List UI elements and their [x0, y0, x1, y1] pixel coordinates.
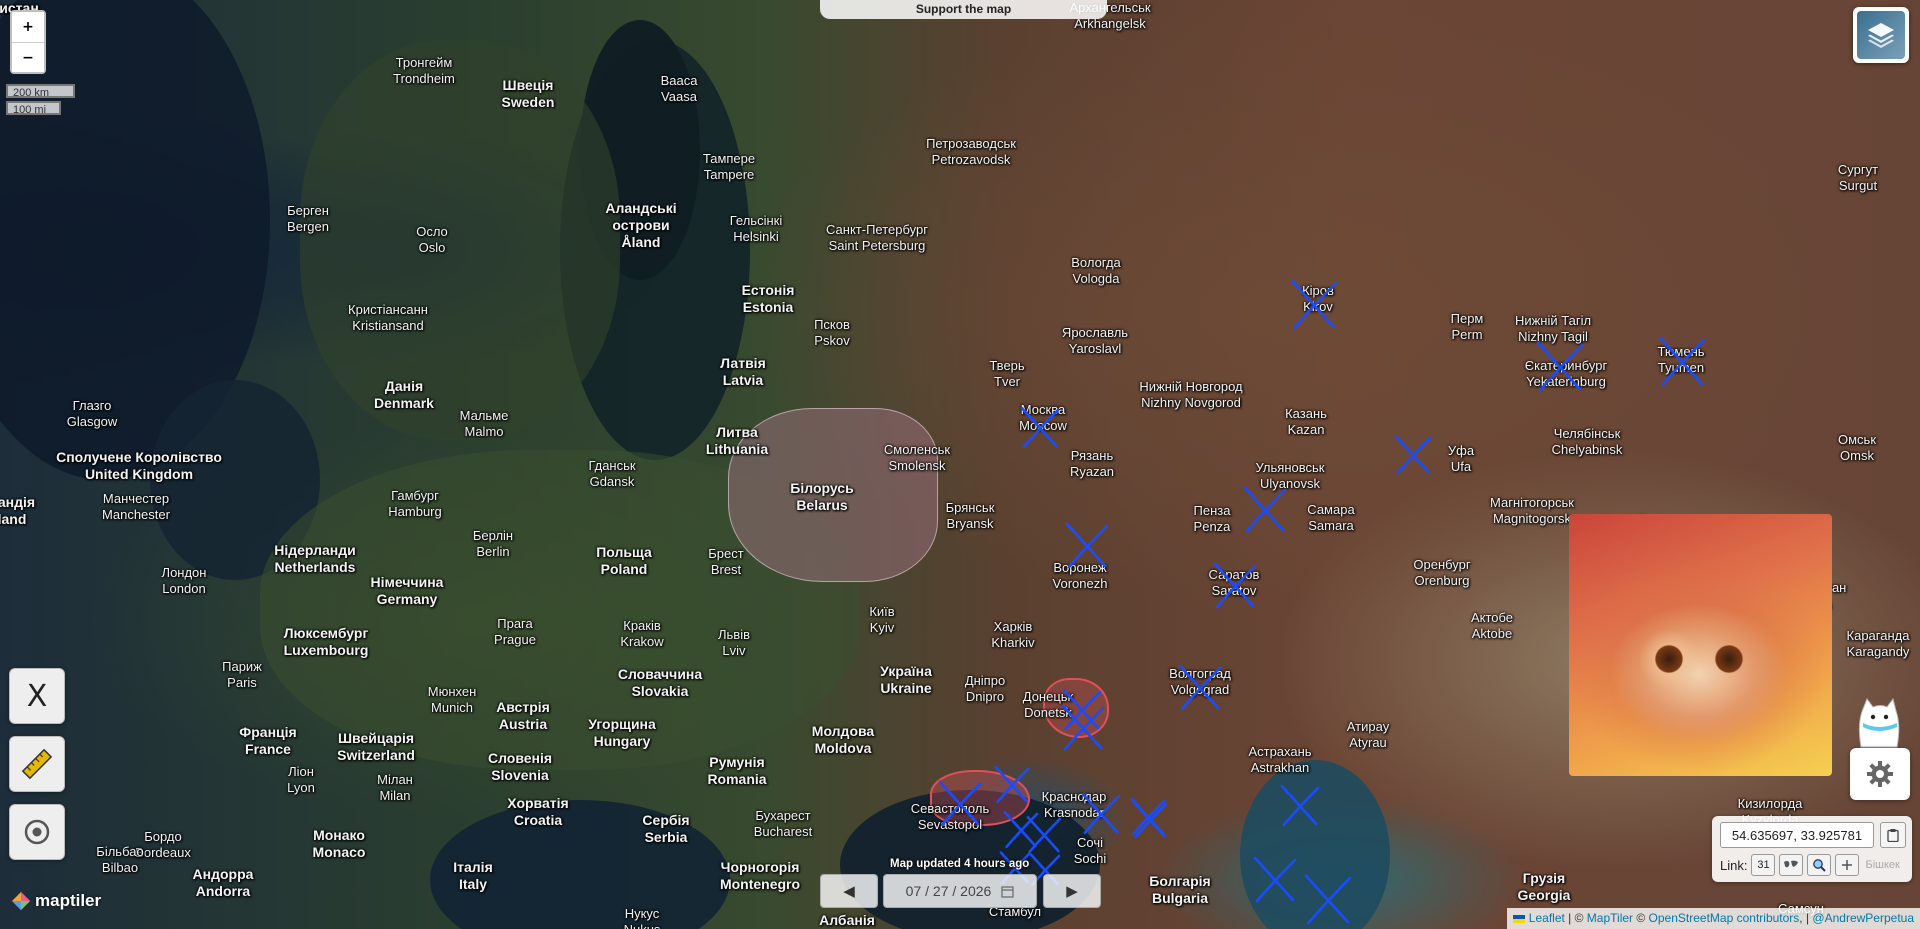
- map-link-button[interactable]: [1779, 854, 1804, 876]
- layers-button[interactable]: [1853, 7, 1909, 63]
- strike-x-mark: [1658, 336, 1706, 387]
- strike-x-mark: [994, 766, 1030, 804]
- cat-mascot-icon: [1858, 697, 1900, 748]
- ukraine-flag-icon: [1513, 914, 1526, 923]
- locate-button[interactable]: [9, 804, 65, 860]
- strike-x-mark: [1304, 874, 1352, 925]
- strike-x-mark: [1020, 406, 1060, 449]
- strike-x-mark: [1003, 811, 1039, 849]
- clipboard-icon: [1887, 829, 1899, 842]
- next-date-button[interactable]: ▶: [1043, 874, 1101, 908]
- strike-x-mark: [1290, 279, 1338, 330]
- osm-link[interactable]: OpenStreetMap contributors: [1649, 911, 1800, 925]
- coordinates-panel: Link: 31 Бішкек: [1712, 816, 1912, 882]
- date-value: 07 / 27 / 2026: [905, 883, 992, 899]
- strike-x-mark: [1394, 435, 1432, 475]
- coordinates-input[interactable]: [1720, 822, 1874, 848]
- magnifier-icon: [1813, 859, 1827, 872]
- next-arrow-icon: ▶: [1066, 882, 1078, 900]
- leaflet-link[interactable]: Leaflet: [1529, 911, 1565, 925]
- attribution-sep-1: | ©: [1564, 911, 1587, 925]
- zoom-in-button[interactable]: +: [12, 12, 44, 42]
- map-attribution: Leaflet | © MapTiler © OpenStreetMap con…: [1507, 908, 1920, 929]
- strike-x-mark: [938, 780, 982, 827]
- zoom-out-button[interactable]: −: [12, 42, 44, 72]
- strike-x-mark: [1213, 562, 1257, 609]
- strike-x-mark: [1026, 816, 1062, 854]
- strike-x-mark: [1536, 341, 1584, 392]
- prev-arrow-icon: ◀: [843, 882, 855, 900]
- scale-imperial: 100 mi: [6, 101, 61, 116]
- ruler-icon: [21, 748, 53, 780]
- strike-x-mark: [1243, 486, 1287, 533]
- attribution-sep-2: ©: [1633, 911, 1649, 925]
- settings-button[interactable]: [1850, 748, 1910, 800]
- scale-metric: 200 km: [6, 84, 75, 99]
- strike-x-mark: [1081, 792, 1121, 835]
- calendar-icon: [1001, 885, 1014, 898]
- strike-x-mark: [1280, 784, 1320, 827]
- maptiler-link[interactable]: MapTiler: [1587, 911, 1633, 925]
- layers-icon: [1857, 11, 1905, 59]
- link-label: Link:: [1720, 857, 1748, 873]
- link-row: Link: 31 Бішкек: [1720, 854, 1900, 876]
- support-map-banner[interactable]: Support the map: [820, 0, 1107, 19]
- faded-map-label: Бішкек: [1865, 859, 1900, 871]
- map-canvas[interactable]: Архангельськ Arkhangelsk Тронгейм Trondheim…: [0, 0, 1920, 929]
- draw-x-tool-button[interactable]: X: [9, 668, 65, 724]
- measure-tool-button[interactable]: [9, 736, 65, 792]
- prev-date-button[interactable]: ◀: [820, 874, 878, 908]
- gear-icon: [1867, 761, 1893, 787]
- map-updated-text: Map updated 4 hours ago: [890, 858, 1030, 870]
- strike-x-mark: [1132, 801, 1168, 839]
- world-map-icon: [1784, 860, 1799, 868]
- strike-x-mark: [1253, 856, 1297, 903]
- zoom-control: + −: [10, 10, 46, 74]
- calendar-link-button[interactable]: 31: [1751, 854, 1776, 876]
- maptiler-logo[interactable]: maptiler: [10, 890, 101, 912]
- author-link[interactable]: @AndrewPerpetua: [1812, 911, 1914, 925]
- calendar-link-icon: 31: [1757, 859, 1770, 871]
- x-tool-label: X: [26, 678, 48, 714]
- date-picker[interactable]: 07 / 27 / 2026: [883, 874, 1037, 908]
- copy-coordinates-button[interactable]: [1880, 822, 1906, 848]
- strike-x-mark: [1062, 688, 1102, 731]
- plus-icon: [1842, 860, 1853, 870]
- maptiler-logo-icon: [12, 892, 30, 910]
- target-icon: [24, 819, 50, 845]
- maptiler-logo-text: maptiler: [35, 891, 102, 910]
- marker-link-button[interactable]: [1835, 854, 1860, 876]
- strike-x-mark: [1065, 522, 1109, 569]
- attribution-sep-3: , |: [1799, 911, 1813, 925]
- strike-x-mark: [1178, 664, 1222, 711]
- zoom-link-button[interactable]: [1807, 854, 1832, 876]
- strike-marks-layer: [938, 279, 1706, 925]
- cat-illustration: [1569, 514, 1832, 776]
